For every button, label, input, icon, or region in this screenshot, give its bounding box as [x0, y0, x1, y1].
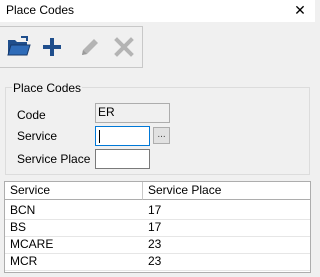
table-row[interactable]: MCR 23	[5, 253, 310, 271]
cell-service: MCARE	[10, 237, 54, 251]
service-browse-button[interactable]: ...	[153, 127, 170, 144]
service-input[interactable]	[95, 126, 150, 146]
window-title: Place Codes	[6, 3, 75, 17]
delete-x-icon[interactable]	[110, 33, 138, 61]
service-place-input[interactable]	[95, 149, 150, 169]
edit-pencil-icon[interactable]	[76, 33, 104, 61]
toolbar	[0, 26, 143, 68]
group-title: Place Codes	[12, 81, 83, 95]
cell-service: MCR	[10, 254, 38, 268]
service-place-label: Service Place	[17, 152, 91, 166]
service-table: Service Service Place BCN 17 BS 17 MCARE…	[4, 181, 311, 273]
table-row[interactable]: MCARE 23	[5, 236, 310, 254]
table-row[interactable]: BS 17	[5, 219, 310, 237]
cell-service-place: 23	[148, 254, 162, 268]
add-icon[interactable]	[38, 33, 66, 61]
cell-service: BS	[10, 220, 27, 234]
cell-service: BCN	[10, 203, 36, 217]
column-header-service-place[interactable]: Service Place	[143, 182, 310, 200]
code-field: ER	[95, 103, 170, 123]
open-folder-icon[interactable]	[5, 33, 33, 61]
code-label: Code	[17, 108, 46, 122]
column-header-service[interactable]: Service	[5, 182, 143, 200]
cell-service-place: 23	[148, 237, 162, 251]
title-bar: Place Codes ✕	[0, 0, 315, 22]
table-row[interactable]: BCN 17	[5, 202, 310, 220]
text-caret	[99, 130, 100, 143]
service-label: Service	[17, 129, 58, 143]
code-value: ER	[98, 105, 115, 119]
cell-service-place: 17	[148, 203, 162, 217]
close-icon[interactable]: ✕	[285, 0, 315, 22]
cell-service-place: 17	[148, 220, 162, 234]
